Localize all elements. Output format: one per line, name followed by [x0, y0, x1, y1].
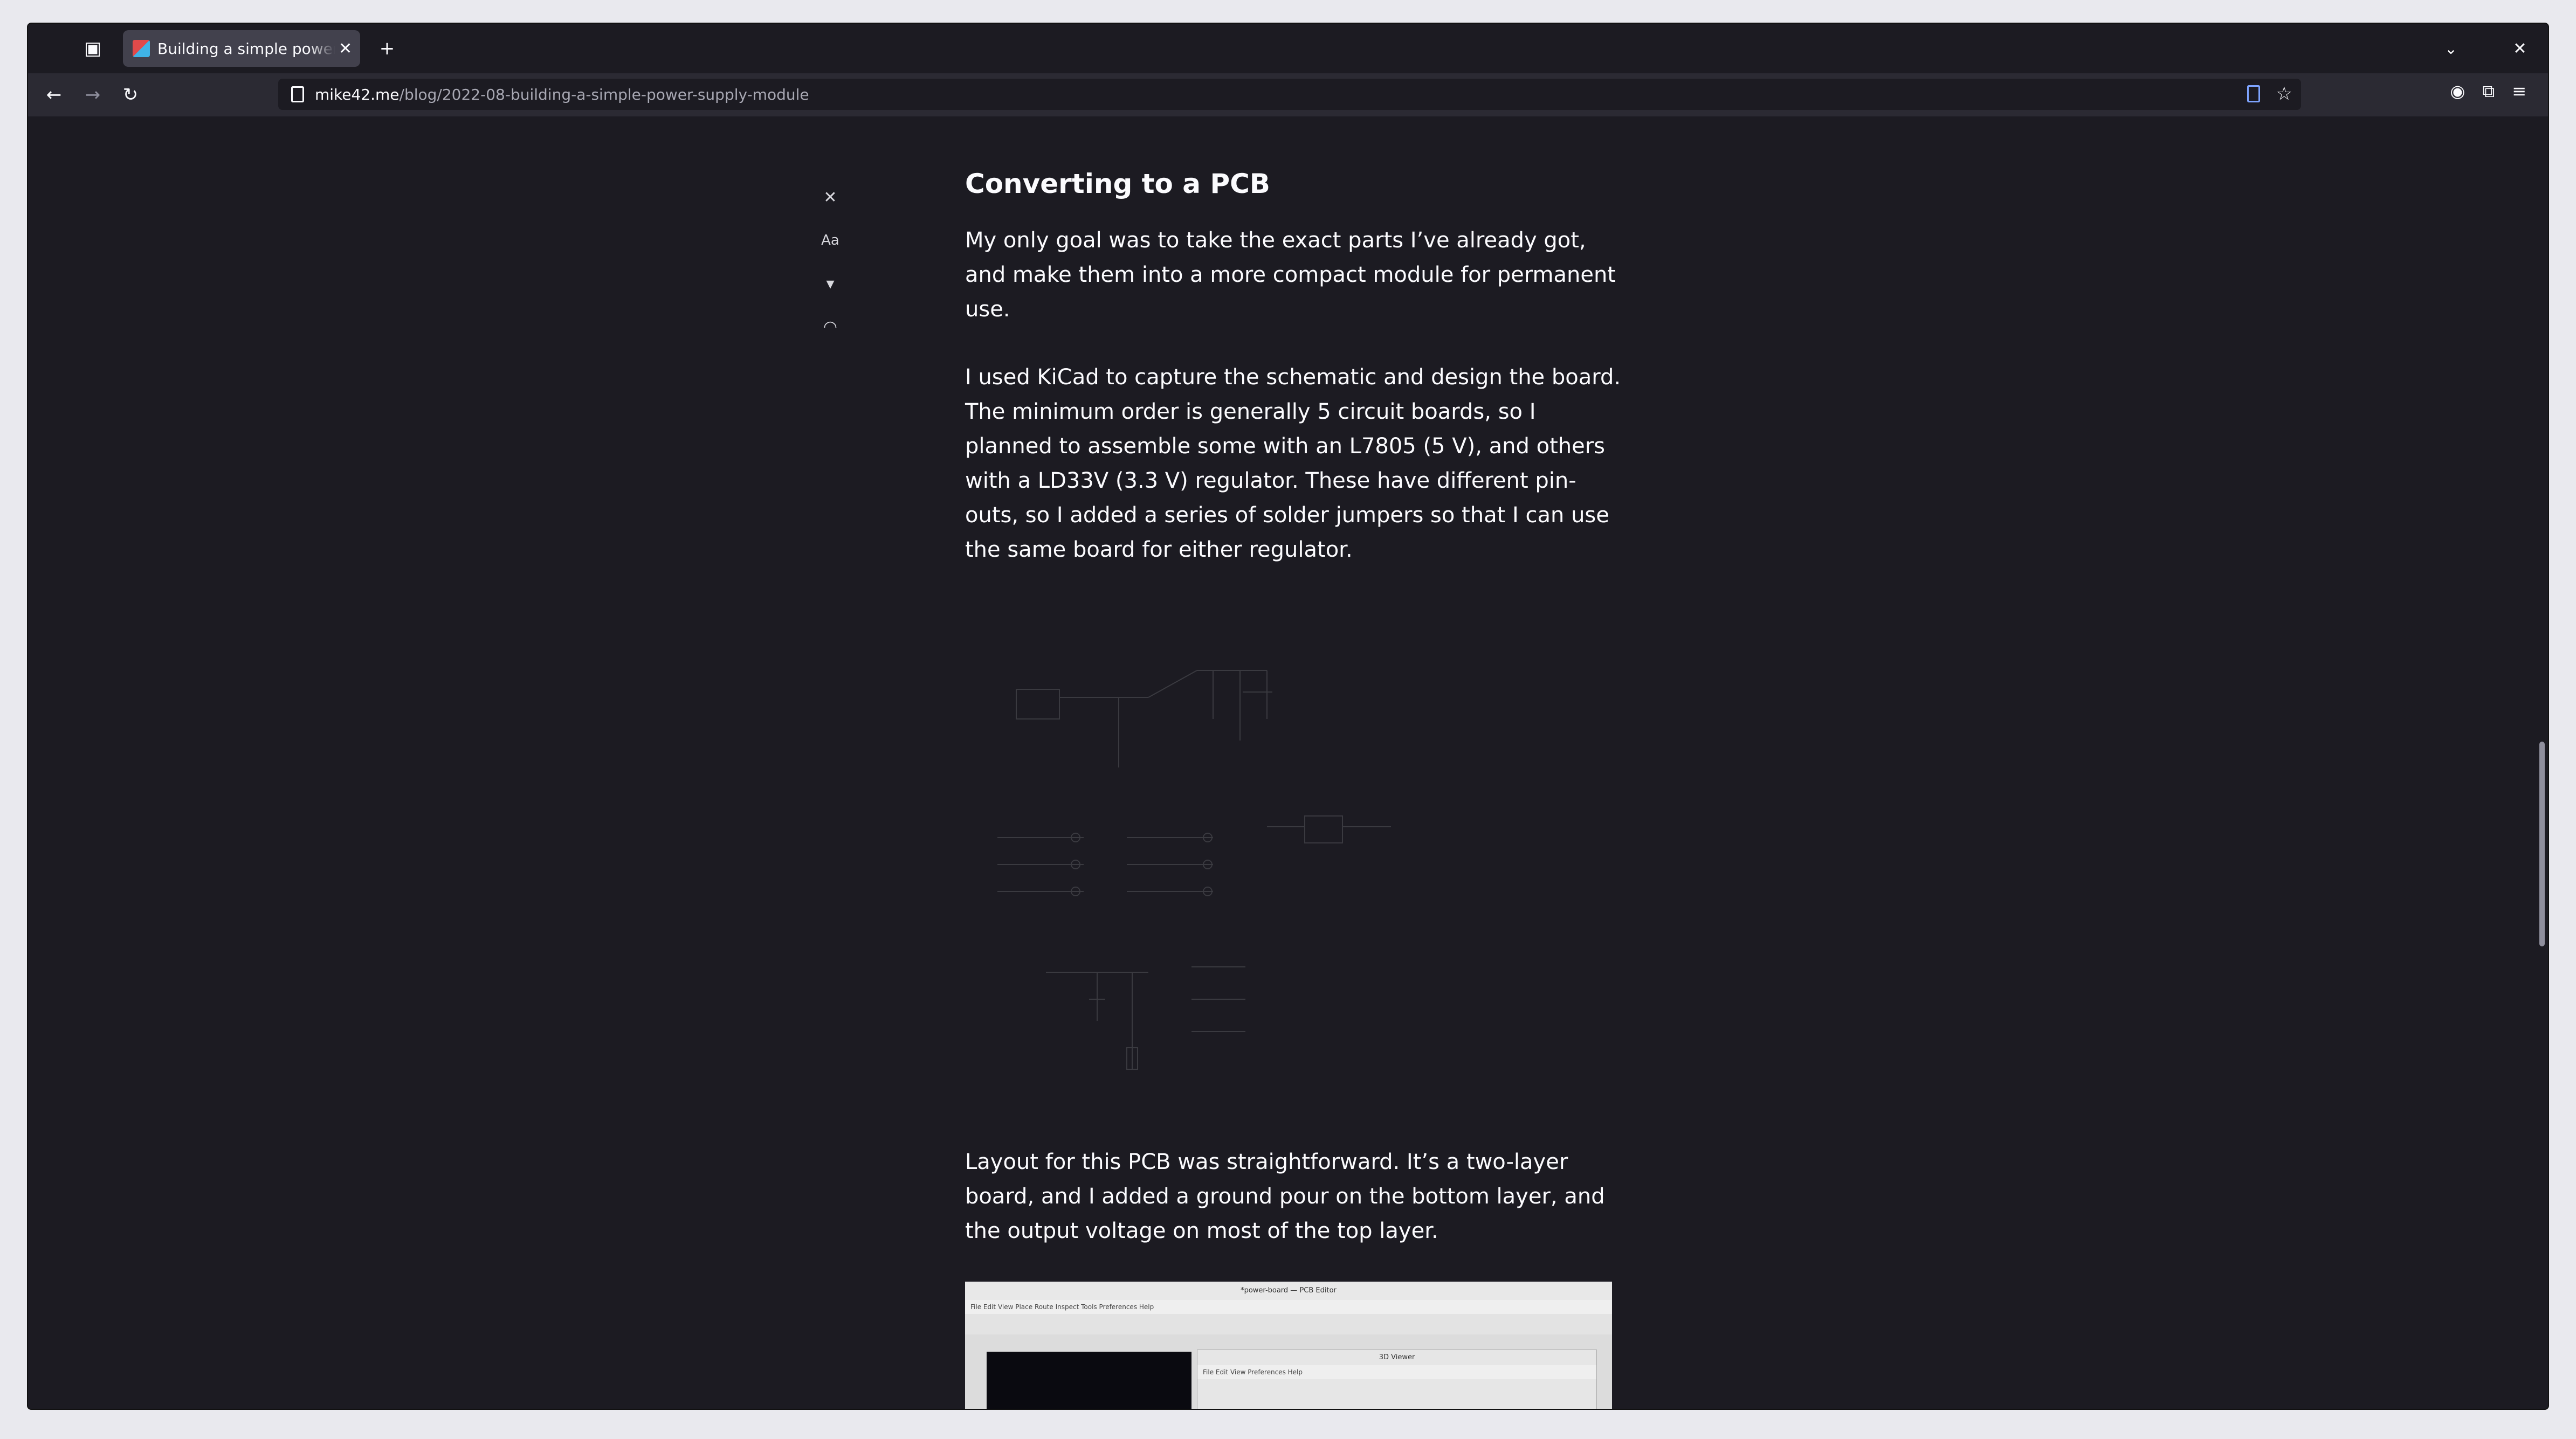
url-host: mike42.me — [315, 85, 400, 103]
pcb-editor-screenshot: *power-board — PCB Editor File Edit View… — [965, 1282, 1612, 1409]
close-reader-icon[interactable]: ✕ — [809, 176, 852, 219]
paragraph: I used KiCad to capture the schematic an… — [965, 365, 1621, 562]
tab-close-icon[interactable]: ✕ — [339, 39, 352, 58]
save-to-pocket-icon[interactable]: ▾ — [809, 262, 852, 305]
list-all-tabs-icon[interactable]: ⌄ — [2435, 34, 2467, 63]
type-controls-icon[interactable]: Aa — [809, 219, 852, 262]
pcb-editor-title: *power-board — PCB Editor — [965, 1282, 1612, 1300]
tab-strip: ▣ Building a simple power supply module … — [28, 24, 2548, 73]
reader-view-icon[interactable] — [2247, 85, 2260, 102]
url-text[interactable]: mike42.me/blog/2022-08-building-a-simple… — [315, 86, 809, 103]
reader-view: ✕ Aa ▾ ◠ Converting to a PCB My only goa… — [28, 116, 2548, 1409]
pcb-canvas — [987, 1352, 1191, 1409]
paragraph: Layout for this PCB was straightforward.… — [965, 1150, 1605, 1243]
paragraph: My only goal was to take the exact parts… — [965, 228, 1616, 322]
forward-arrow-icon[interactable]: → — [78, 81, 108, 109]
schematic-image — [965, 600, 1612, 1107]
page-info-icon[interactable] — [291, 86, 304, 102]
pcb-editor-menu: File Edit View Place Route Inspect Tools… — [965, 1300, 1612, 1314]
page-scrollbar[interactable] — [2539, 742, 2545, 946]
firefox-view-icon[interactable]: ▣ — [77, 34, 109, 63]
url-bar-actions: ☆ — [2247, 83, 2292, 105]
tab-active[interactable]: Building a simple power supply module ✕ — [123, 30, 360, 67]
extensions-icon[interactable]: ⧉ — [2482, 81, 2495, 102]
toolbar-right: ◉ ⧉ ≡ — [2450, 81, 2526, 102]
navigation-bar: ← → ↻ mike42.me/blog/2022-08-building-a-… — [28, 73, 2548, 116]
3d-viewer-menu: File Edit View Preferences Help — [1197, 1365, 1596, 1379]
menu-hamburger-icon[interactable]: ≡ — [2512, 81, 2526, 102]
url-path: /blog/2022-08-building-a-simple-power-su… — [399, 85, 809, 103]
article-body: Converting to a PCB My only goal was to … — [965, 168, 1628, 1409]
bookmark-star-icon[interactable]: ☆ — [2276, 83, 2292, 105]
tab-title: Building a simple power supply module — [157, 39, 335, 58]
new-tab-icon[interactable]: + — [371, 34, 403, 63]
back-arrow-icon[interactable]: ← — [39, 81, 69, 109]
pcb-editor-toolbar — [965, 1314, 1612, 1334]
reload-icon[interactable]: ↻ — [115, 81, 146, 109]
3d-viewer-title: 3D Viewer — [1379, 1353, 1415, 1361]
account-icon[interactable]: ◉ — [2450, 81, 2465, 102]
3d-viewer-window: 3D Viewer File Edit View Preferences Hel… — [1197, 1350, 1597, 1409]
url-bar[interactable]: mike42.me/blog/2022-08-building-a-simple… — [278, 79, 2301, 110]
site-favicon-icon — [133, 40, 150, 57]
section-heading: Converting to a PCB — [965, 168, 1270, 199]
window-close-icon[interactable]: ✕ — [2504, 34, 2536, 63]
reader-toolbar: ✕ Aa ▾ ◠ — [809, 176, 852, 348]
narrate-headphones-icon[interactable]: ◠ — [809, 305, 852, 348]
browser-window: ▣ Building a simple power supply module … — [28, 24, 2548, 1409]
